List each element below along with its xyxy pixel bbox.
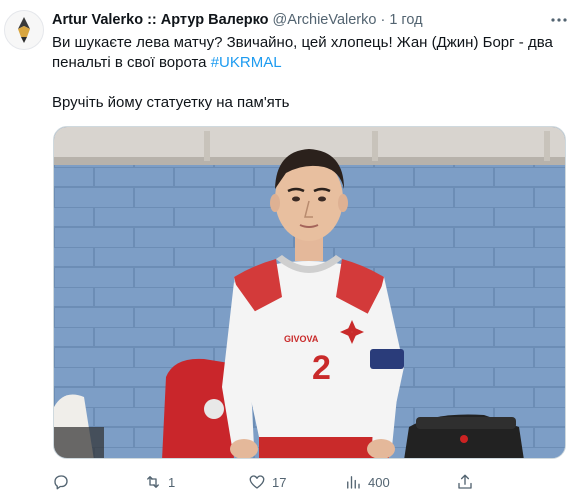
- photo-illustration: GIVOVA 2: [54, 127, 565, 458]
- retweet-icon: [147, 476, 159, 488]
- more-horizontal-icon: [551, 18, 567, 22]
- tweet-header: Artur Valerko :: Артур Валерко @ArchieVa…: [52, 12, 545, 32]
- tweet-actions: 1 17 400: [52, 470, 572, 494]
- separator-dot: ·: [380, 12, 386, 28]
- avatar[interactable]: [4, 10, 44, 50]
- tweet-text-line-2: пенальті в свої ворота #UKRMAL: [52, 53, 567, 73]
- tweet-text-line-3: Вручіть йому статуетку на пам'ять: [52, 94, 290, 111]
- more-options-button[interactable]: [547, 10, 571, 30]
- tweet-text-line-2-prefix: пенальті в свої ворота: [52, 54, 211, 71]
- tweet-text-line-1: Ви шукаєте лева матчу? Звичайно, цей хло…: [52, 34, 553, 51]
- heart-icon: [249, 475, 265, 489]
- retweet-button[interactable]: 1: [144, 473, 175, 491]
- retweet-count: 1: [168, 474, 176, 490]
- shirt-number-text: 2: [312, 349, 331, 387]
- user-handle[interactable]: @ArchieValerko: [273, 12, 377, 28]
- reply-icon: [54, 475, 68, 490]
- like-button[interactable]: 17: [248, 473, 286, 491]
- tweet-card: Artur Valerko :: Артур Валерко @ArchieVa…: [0, 0, 585, 500]
- shirt-brand-text: GIVOVA: [284, 334, 319, 344]
- reply-button[interactable]: [52, 473, 76, 491]
- hashtag-link[interactable]: #UKRMAL: [211, 54, 282, 71]
- tweet-photo[interactable]: GIVOVA 2: [53, 126, 566, 459]
- tweet-text: Ви шукаєте лева матчу? Звичайно, цей хло…: [52, 33, 567, 113]
- timestamp[interactable]: 1 год: [389, 12, 422, 28]
- share-icon: [458, 474, 472, 489]
- like-count: 17: [272, 474, 287, 490]
- views-count: 400: [368, 474, 390, 490]
- views-button[interactable]: 400: [344, 473, 390, 491]
- share-button[interactable]: [456, 473, 474, 491]
- views-bar-chart-icon: [347, 476, 360, 489]
- display-name[interactable]: Artur Valerko :: Артур Валерко: [52, 12, 269, 28]
- avatar-logo-icon: [5, 11, 43, 49]
